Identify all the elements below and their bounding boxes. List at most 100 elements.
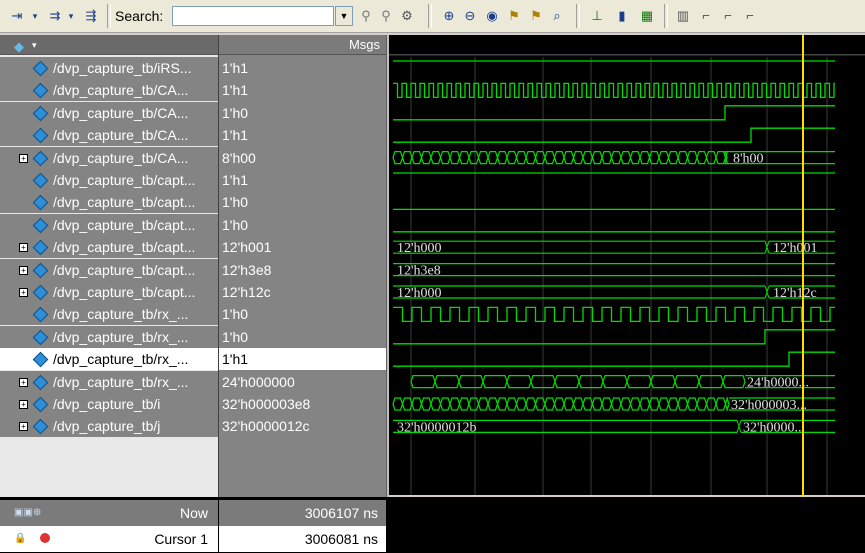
signal-name: /dvp_capture_tb/rx_... [53, 306, 189, 322]
signal-name-row[interactable]: + /dvp_capture_tb/j [0, 415, 218, 437]
expand-icon[interactable]: + [19, 243, 28, 252]
signal-name-row[interactable]: /dvp_capture_tb/rx_... [0, 348, 218, 370]
wave-solid-icon[interactable]: ▦ [638, 6, 656, 26]
signal-name-row[interactable]: + /dvp_capture_tb/rx_... [0, 371, 218, 393]
signal-value: 1'h1 [222, 82, 249, 98]
signal-name-row[interactable]: + /dvp_capture_tb/capt... [0, 259, 218, 281]
cursor-add-icon[interactable]: ⚑ [505, 6, 523, 26]
zoom-cursor-icon[interactable]: ⌕ [548, 6, 566, 26]
cursor-lock-icon[interactable]: 🔒 [14, 526, 26, 552]
chevron-down-icon[interactable]: ▾ [66, 6, 76, 26]
chevron-down-icon[interactable]: ▾ [30, 6, 40, 26]
expand-icon[interactable]: + [19, 288, 28, 297]
wave-step3-icon[interactable]: ⌐ [741, 6, 759, 26]
chevron-down-icon[interactable]: ▾ [32, 35, 37, 55]
find-next-icon[interactable]: ⚲ [377, 6, 395, 26]
signal-name: /dvp_capture_tb/capt... [53, 239, 196, 255]
bus-value-label: 12'h001 [773, 241, 818, 256]
signal-name: /dvp_capture_tb/CA... [53, 82, 189, 98]
msgs-header: Msgs [219, 35, 386, 55]
signal-name: /dvp_capture_tb/CA... [53, 127, 189, 143]
signal-diamond-icon [32, 262, 49, 279]
signal-name-row[interactable]: + /dvp_capture_tb/capt... [0, 236, 218, 258]
now-toolbar-icon[interactable]: ▣▣⊕ [14, 500, 41, 526]
signal-name-row[interactable]: /dvp_capture_tb/capt... [0, 191, 218, 213]
cursor-value[interactable]: 3006081 ns [219, 526, 386, 552]
wave-single-icon[interactable]: ⊥ [588, 6, 606, 26]
wave-step-icon[interactable]: ⌐ [697, 6, 715, 26]
toolbar: ⇥ ▾ ⇉ ▾ ⇶ Search: ▼ ⚲ ⚲ ⚙ ⊕ ⊖ ◉ ⚑ ⚑ ⌕ ⊥ … [0, 0, 865, 33]
cursor-label: Cursor 1 [154, 531, 208, 547]
signal-value: 32'h0000012c [222, 418, 310, 434]
signal-name: /dvp_capture_tb/j [53, 418, 161, 434]
expand-icon[interactable]: + [19, 400, 28, 409]
expand-icon[interactable]: + [19, 422, 28, 431]
signal-name: /dvp_capture_tb/capt... [53, 262, 196, 278]
signal-name: /dvp_capture_tb/capt... [53, 172, 196, 188]
signal-value: 1'h1 [222, 172, 249, 188]
signal-name-row[interactable]: + /dvp_capture_tb/CA... [0, 147, 218, 169]
signal-diamond-icon [32, 194, 49, 211]
signal-value: 1'h0 [222, 329, 249, 345]
cursor-delete-icon[interactable] [40, 533, 50, 543]
cursor-label-cell[interactable]: 🔒 Cursor 1 [0, 526, 218, 552]
expand-icon[interactable]: + [19, 378, 28, 387]
waveform-canvas[interactable]: 8'h00 12'h000 12'h001 12'h3e8 12'h000 12'h12c… [389, 35, 865, 553]
signal-name-row[interactable]: /dvp_capture_tb/capt... [0, 214, 218, 236]
bus-value-label: 12'h000 [397, 241, 442, 256]
toolbar-separator [107, 4, 111, 28]
cursor-del-icon[interactable]: ⚑ [527, 6, 545, 26]
now-value: 3006107 ns [219, 500, 386, 526]
signal-name: /dvp_capture_tb/CA... [53, 105, 189, 121]
step-icon[interactable]: ⇥ [6, 6, 28, 26]
signal-waveform [393, 82, 835, 99]
zoom-full-icon[interactable]: ◉ [483, 6, 501, 26]
signal-diamond-icon [32, 217, 49, 234]
wave-group-icon[interactable]: ◆ [14, 37, 24, 57]
signal-name-row[interactable]: + /dvp_capture_tb/capt... [0, 281, 218, 303]
signal-name-row[interactable]: /dvp_capture_tb/CA... [0, 79, 218, 101]
signal-name-row[interactable]: /dvp_capture_tb/CA... [0, 124, 218, 146]
find-prev-icon[interactable]: ⚙ [398, 6, 416, 26]
signal-value: 1'h1 [222, 127, 249, 143]
expand-icon[interactable]: + [19, 154, 28, 163]
signal-value: 24'h000000 [222, 374, 295, 390]
signal-name: /dvp_capture_tb/rx_... [53, 351, 189, 367]
expand-icon[interactable]: + [19, 266, 28, 275]
signal-name: /dvp_capture_tb/iRS... [53, 60, 192, 76]
bus-transition [736, 420, 742, 433]
step-out-icon[interactable]: ⇶ [80, 6, 102, 26]
signal-value: 8'h00 [222, 150, 256, 166]
search-label: Search: [115, 8, 164, 24]
names-header: ◆ ▾ [0, 35, 218, 55]
signal-name-row[interactable]: /dvp_capture_tb/rx_... [0, 303, 218, 325]
zoom-in-icon[interactable]: ⊕ [440, 6, 458, 26]
signal-name: /dvp_capture_tb/capt... [53, 284, 196, 300]
wave-lines-icon[interactable]: ▥ [674, 6, 692, 26]
zoom-out-icon[interactable]: ⊖ [461, 6, 479, 26]
signal-diamond-icon [32, 329, 49, 346]
signal-name-row[interactable]: + /dvp_capture_tb/i [0, 393, 218, 415]
signal-diamond-icon [32, 284, 49, 301]
signal-name-row[interactable]: /dvp_capture_tb/capt... [0, 169, 218, 191]
search-dropdown-button[interactable]: ▼ [335, 6, 353, 26]
signal-waveform [393, 351, 835, 367]
signal-diamond-icon [32, 418, 49, 435]
now-label-cell: ▣▣⊕ Now [0, 500, 218, 526]
signal-diamond-icon [32, 60, 49, 77]
signal-value: 32'h000003e8 [222, 396, 311, 412]
wave-step2-icon[interactable]: ⌐ [719, 6, 737, 26]
signal-name-row[interactable]: /dvp_capture_tb/CA... [0, 102, 218, 124]
step-in-icon[interactable]: ⇉ [44, 6, 66, 26]
wave-bar-icon[interactable]: ▮ [613, 6, 631, 26]
signal-name: /dvp_capture_tb/i [53, 396, 161, 412]
bus-waveform [392, 151, 729, 165]
find-icon[interactable]: ⚲ [357, 6, 375, 26]
signal-name: /dvp_capture_tb/rx_... [53, 374, 189, 390]
signal-name-row[interactable]: /dvp_capture_tb/iRS... [0, 57, 218, 79]
bus-waveform [410, 375, 746, 389]
signal-name-row[interactable]: /dvp_capture_tb/rx_... [0, 326, 218, 348]
search-input[interactable] [172, 6, 334, 26]
signal-value: 1'h0 [222, 217, 249, 233]
now-label: Now [179, 505, 208, 521]
